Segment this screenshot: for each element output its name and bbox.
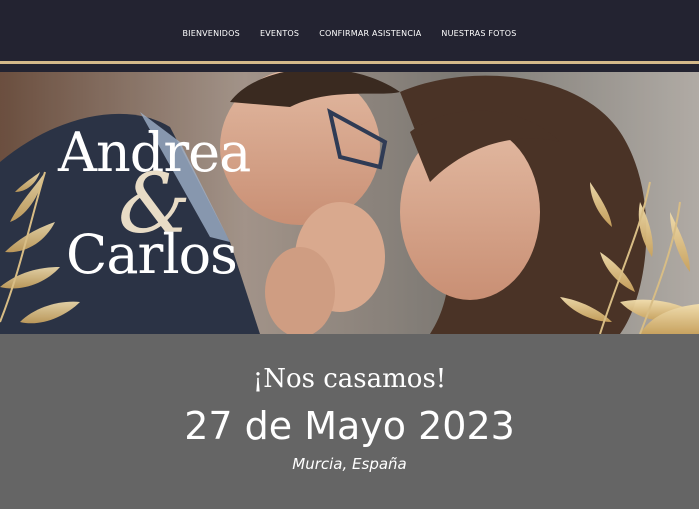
nav-link-confirmar-asistencia[interactable]: CONFIRMAR ASISTENCIA <box>319 25 421 38</box>
nav-link-eventos[interactable]: EVENTOS <box>260 25 299 38</box>
groom-name: Carlos <box>66 223 238 286</box>
wedding-info: ¡Nos casamos! 27 de Mayo 2023 Murcia, Es… <box>0 334 699 509</box>
page-footer-space <box>0 509 699 526</box>
nav-link-nuestras-fotos[interactable]: NUESTRAS FOTOS <box>441 25 516 38</box>
nav-bottom-band <box>0 64 699 72</box>
wedding-date: 27 de Mayo 2023 <box>184 404 515 448</box>
nav-link-bienvenidos[interactable]: BIENVENIDOS <box>182 25 240 38</box>
wedding-tagline: ¡Nos casamos! <box>252 364 447 394</box>
couple-names: Andrea & Carlos <box>0 72 699 334</box>
main-nav: BIENVENIDOS EVENTOS CONFIRMAR ASISTENCIA… <box>0 0 699 62</box>
wedding-location: Murcia, España <box>292 455 407 473</box>
